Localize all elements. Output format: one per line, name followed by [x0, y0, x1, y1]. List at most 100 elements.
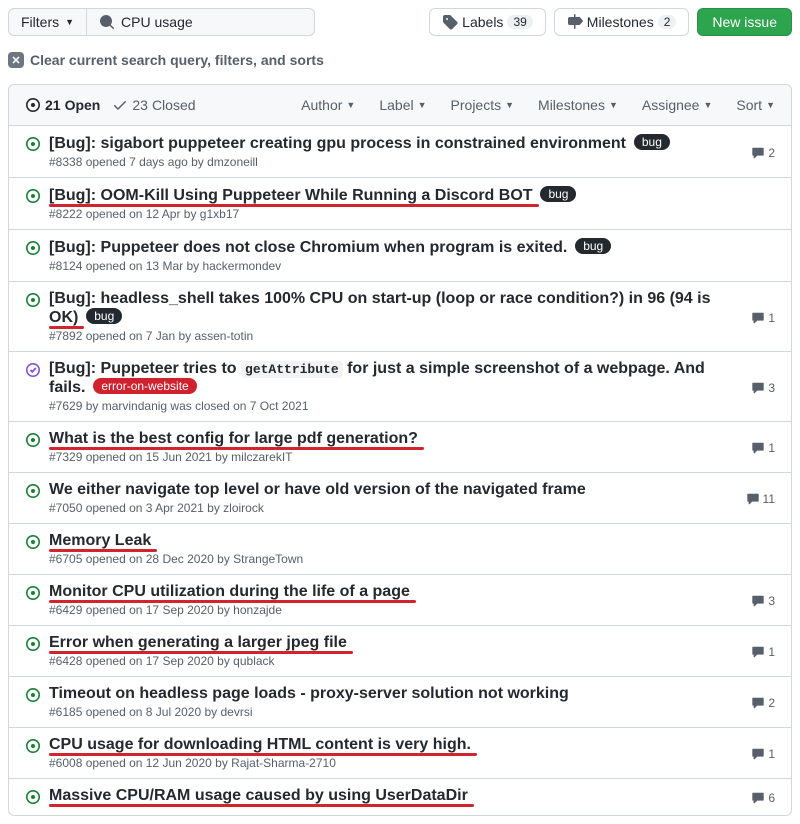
issue-title-row: Monitor CPU utilization during the life …: [49, 583, 410, 599]
comments-count[interactable]: 3: [751, 362, 775, 413]
issue-label[interactable]: bug: [575, 238, 611, 254]
issue-open-icon: [25, 585, 41, 617]
issue-row: We either navigate top level or have old…: [9, 473, 791, 524]
issue-title-row: [Bug]: Puppeteer does not close Chromium…: [49, 239, 567, 255]
issue-body: Error when generating a larger jpeg file…: [49, 634, 739, 668]
issue-title-link[interactable]: Error when generating a larger jpeg file: [49, 634, 347, 651]
issue-title-link[interactable]: [Bug]: Puppeteer does not close Chromium…: [49, 239, 567, 256]
issue-row: [Bug]: OOM-Kill Using Puppeteer While Ru…: [9, 178, 791, 230]
issue-row: What is the best config for large pdf ge…: [9, 422, 791, 473]
issue-open-icon: [25, 636, 41, 668]
issue-open-icon: [25, 687, 41, 719]
caret-down-icon: ▼: [505, 100, 514, 110]
issue-row: [Bug]: Puppeteer does not close Chromium…: [9, 230, 791, 282]
comments-count[interactable]: 2: [751, 687, 775, 719]
closed-label: Closed: [152, 97, 196, 113]
open-count: 21: [45, 97, 61, 113]
clear-x-icon: ✕: [8, 52, 24, 68]
caret-down-icon: ▼: [766, 100, 775, 110]
filter-label[interactable]: Label▼: [379, 97, 426, 113]
filter-milestones[interactable]: Milestones▼: [538, 97, 618, 113]
labels-count: 39: [507, 15, 532, 29]
issue-body: [Bug]: sigabort puppeteer creating gpu p…: [49, 134, 739, 169]
comments-count[interactable]: 1: [751, 292, 775, 343]
issue-title-link[interactable]: We either navigate top level or have old…: [49, 481, 586, 498]
highlight-underline: [49, 549, 157, 552]
milestones-label: Milestones: [587, 14, 654, 30]
issue-meta: #6008 opened on 12 Jun 2020 by Rajat-Sha…: [49, 756, 739, 770]
labels-label: Labels: [462, 14, 503, 30]
search-field-wrap[interactable]: [87, 8, 315, 36]
filter-assignee[interactable]: Assignee▼: [642, 97, 713, 113]
issue-body: Memory Leak #6705 opened on 28 Dec 2020 b…: [49, 532, 775, 566]
issue-title-link[interactable]: Massive CPU/RAM usage caused by using Us…: [49, 787, 468, 804]
tag-icon: [442, 14, 458, 30]
open-label: Open: [65, 97, 101, 113]
issue-body: CPU usage for downloading HTML content i…: [49, 736, 739, 770]
issue-title-link[interactable]: Memory Leak: [49, 532, 151, 549]
issue-title-row: [Bug]: sigabort puppeteer creating gpu p…: [49, 135, 626, 151]
issue-title-link[interactable]: CPU usage for downloading HTML content i…: [49, 736, 471, 753]
issue-title-link[interactable]: Timeout on headless page loads - proxy-s…: [49, 685, 569, 702]
issue-label[interactable]: bug: [634, 134, 670, 150]
milestone-icon: [567, 14, 583, 30]
highlight-underline: [49, 204, 539, 207]
highlight-underline: [49, 326, 84, 329]
issue-meta: #6428 opened on 17 Sep 2020 by qublack: [49, 654, 739, 668]
highlight-underline: [49, 600, 416, 603]
new-issue-button[interactable]: New issue: [697, 8, 792, 36]
issue-label[interactable]: bug: [86, 308, 122, 324]
issue-label[interactable]: bug: [540, 186, 576, 202]
issue-row: CPU usage for downloading HTML content i…: [9, 728, 791, 779]
search-input[interactable]: [121, 14, 302, 30]
issue-open-icon: [25, 240, 41, 273]
issue-title-link[interactable]: [Bug]: OOM-Kill Using Puppeteer While Ru…: [49, 187, 533, 204]
comments-count[interactable]: 3: [751, 585, 775, 617]
comments-count[interactable]: 1: [751, 432, 775, 464]
comments-count[interactable]: 1: [751, 636, 775, 668]
inline-code: getAttribute: [241, 361, 343, 378]
highlight-underline: [49, 804, 474, 807]
issue-open-icon: [25, 534, 41, 566]
clear-search-link[interactable]: ✕ Clear current search query, filters, a…: [8, 52, 792, 68]
issue-open-icon: [25, 188, 41, 221]
issue-body: Timeout on headless page loads - proxy-s…: [49, 685, 739, 719]
issue-title-link[interactable]: [Bug]: headless_shell takes 100% CPU on …: [49, 290, 710, 326]
issue-row: [Bug]: Puppeteer tries to getAttribute f…: [9, 352, 791, 422]
tab-open[interactable]: 21 Open: [25, 97, 100, 113]
highlight-underline: [49, 651, 353, 654]
tab-closed[interactable]: 23 Closed: [112, 97, 195, 113]
issues-container: [Bug]: sigabort puppeteer creating gpu p…: [9, 126, 791, 815]
header-filters: Author▼ Label▼ Projects▼ Milestones▼ Assigne…: [301, 97, 775, 113]
caret-down-icon: ▼: [65, 17, 74, 27]
check-icon: [112, 97, 128, 113]
comments-count[interactable]: 1: [751, 738, 775, 770]
issue-title-row: What is the best config for large pdf ge…: [49, 430, 418, 446]
issue-open-icon: [25, 738, 41, 770]
closed-count: 23: [132, 97, 148, 113]
comments-count[interactable]: 6: [751, 789, 775, 807]
labels-button[interactable]: Labels 39: [429, 8, 546, 36]
milestones-button[interactable]: Milestones 2: [554, 8, 690, 36]
issue-row: [Bug]: headless_shell takes 100% CPU on …: [9, 282, 791, 352]
issue-meta: #7892 opened on 7 Jan by assen-totin: [49, 329, 739, 343]
issue-title-link[interactable]: What is the best config for large pdf ge…: [49, 430, 418, 447]
issue-label[interactable]: error-on-website: [93, 378, 196, 394]
highlight-underline: [49, 447, 424, 450]
filter-projects[interactable]: Projects▼: [451, 97, 515, 113]
filters-search-group: Filters ▼: [8, 8, 315, 36]
filter-author[interactable]: Author▼: [301, 97, 355, 113]
issue-title-link[interactable]: Monitor CPU utilization during the life …: [49, 583, 410, 600]
filters-button[interactable]: Filters ▼: [8, 8, 87, 36]
issue-meta: #6705 opened on 28 Dec 2020 by StrangeTo…: [49, 552, 775, 566]
issue-title-link[interactable]: [Bug]: sigabort puppeteer creating gpu p…: [49, 135, 626, 152]
highlight-underline: [49, 753, 477, 756]
issue-meta: #6429 opened on 17 Sep 2020 by honzajde: [49, 603, 739, 617]
issue-open-icon: [25, 97, 41, 113]
issue-meta: #8338 opened 7 days ago by dmzoneill: [49, 155, 739, 169]
comments-count[interactable]: 11: [746, 483, 775, 515]
filters-label: Filters: [21, 14, 59, 30]
filter-sort[interactable]: Sort▼: [736, 97, 775, 113]
comments-count[interactable]: 2: [751, 136, 775, 169]
issue-body: Massive CPU/RAM usage caused by using Us…: [49, 787, 739, 807]
